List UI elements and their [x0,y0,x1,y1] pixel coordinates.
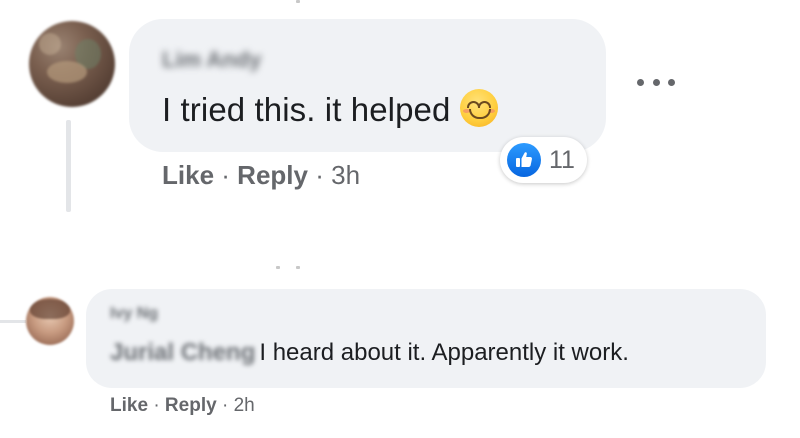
separator: · [221,160,230,190]
cropped-content-mark [296,0,300,3]
comment-thread: Lim Andy I tried this. it helped 11 Like… [0,0,800,438]
comment-actions: Like · Reply · 2h [110,395,255,417]
reply-link[interactable]: Reply [237,160,308,190]
separator: · [315,160,324,190]
separator: · [153,395,160,416]
comment-text: Jurial Cheng I heard about it. Apparently… [110,339,629,367]
comment-author-name[interactable]: Ivy Ng [110,305,158,323]
smiling-face-icon [460,89,499,127]
like-link[interactable]: Like [110,395,148,416]
commenter-avatar[interactable] [26,297,74,345]
comment-actions: Like · Reply · 3h [162,160,360,191]
like-icon [507,143,541,177]
comment-body: I heard about it. Apparently it work. [259,339,629,366]
comment-bubble: Ivy Ng Jurial Cheng I heard about it. App… [86,289,766,388]
cropped-content-mark [296,266,300,269]
comment-text: I tried this. it helped [162,89,499,129]
reaction-count: 11 [549,145,575,174]
comment-body: I tried this. it helped [162,91,451,128]
like-link[interactable]: Like [162,160,214,190]
comment-author-name[interactable]: Lim Andy [162,47,261,73]
reaction-summary[interactable]: 11 [500,137,587,183]
comment-bubble: Lim Andy I tried this. it helped [129,19,606,152]
reply-link[interactable]: Reply [165,395,217,416]
commenter-avatar[interactable] [29,21,115,107]
reply-thread-line [66,120,71,212]
cropped-content-mark [276,266,280,269]
more-options-icon[interactable] [637,70,675,94]
comment-timestamp[interactable]: 3h [331,160,360,190]
comment-timestamp[interactable]: 2h [234,395,255,416]
thread-connector [0,320,26,323]
mention-tag[interactable]: Jurial Cheng [110,339,255,367]
separator: · [221,395,229,416]
